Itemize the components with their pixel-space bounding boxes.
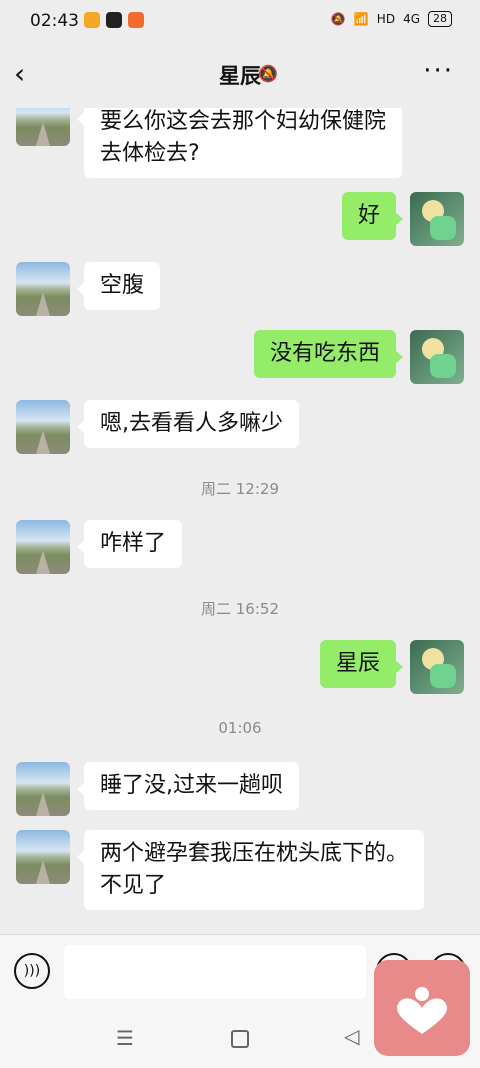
message-bubble-incoming[interactable]: 两个避孕套我压在枕头底下的。 不见了 [84,830,425,910]
battery-icon: 28 [428,11,452,27]
app-notification-icon [128,12,144,28]
paw-icon [106,12,122,28]
back-triangle-icon[interactable]: ◁ [344,1024,359,1048]
message-bubble-incoming[interactable]: 嗯,去看看人多嘛少 [84,400,299,448]
message-bubble-outgoing[interactable]: 没有吃东西 [253,330,396,378]
menu-icon[interactable]: ☰ [116,1026,134,1050]
message-bubble-incoming[interactable]: 咋样了 [84,520,183,568]
status-time: 02:43 [30,11,79,31]
self-avatar[interactable] [410,330,464,384]
home-icon[interactable] [231,1030,249,1048]
contact-avatar[interactable] [16,762,70,816]
wifi-icon: 📶 [353,12,369,26]
timestamp: 01:06 [218,719,262,737]
hd-icon: HD [376,12,396,26]
message-bubble-incoming[interactable]: 要么你这会去那个妇幼保健院 去体检去? [84,108,403,178]
contact-avatar[interactable] [16,520,70,574]
self-avatar[interactable] [410,640,464,694]
contact-avatar[interactable] [16,262,70,316]
status-right: 🔕 📶 HD 4G 28 [331,11,452,27]
timestamp: 周二 12:29 [201,480,279,498]
mute-status-icon: 🔕 [330,12,346,26]
chat-title: 星辰 [219,64,261,88]
message-input[interactable] [64,945,366,999]
status-app-icons [84,12,144,28]
system-nav-bar: ☰ ◁ [0,1018,480,1058]
timestamp: 周二 16:52 [201,600,279,618]
message-bubble-incoming[interactable]: 睡了没,过来一趟呗 [84,762,299,810]
message-list[interactable]: 要么你这会去那个妇幼保健院 去体检去? 好 空腹 没有吃东西 嗯,去看看人多嘛少… [0,108,480,934]
voice-icon[interactable]: ))) [14,953,50,989]
chat-header: ‹ 星辰 🔕 ··· [0,42,480,108]
message-bubble-incoming[interactable]: 空腹 [84,262,161,310]
message-bubble-outgoing[interactable]: 好 [341,192,396,240]
contact-avatar[interactable] [16,108,70,146]
contact-avatar[interactable] [16,400,70,454]
network-label: 4G [403,12,420,26]
weibo-icon [84,12,100,28]
contact-avatar[interactable] [16,830,70,884]
status-bar: 02:43 🔕 📶 HD 4G 28 [0,0,480,42]
more-icon[interactable]: ··· [423,56,454,86]
self-avatar[interactable] [410,192,464,246]
message-bubble-outgoing[interactable]: 星辰 [319,640,396,688]
bell-off-icon: 🔕 [258,64,278,83]
